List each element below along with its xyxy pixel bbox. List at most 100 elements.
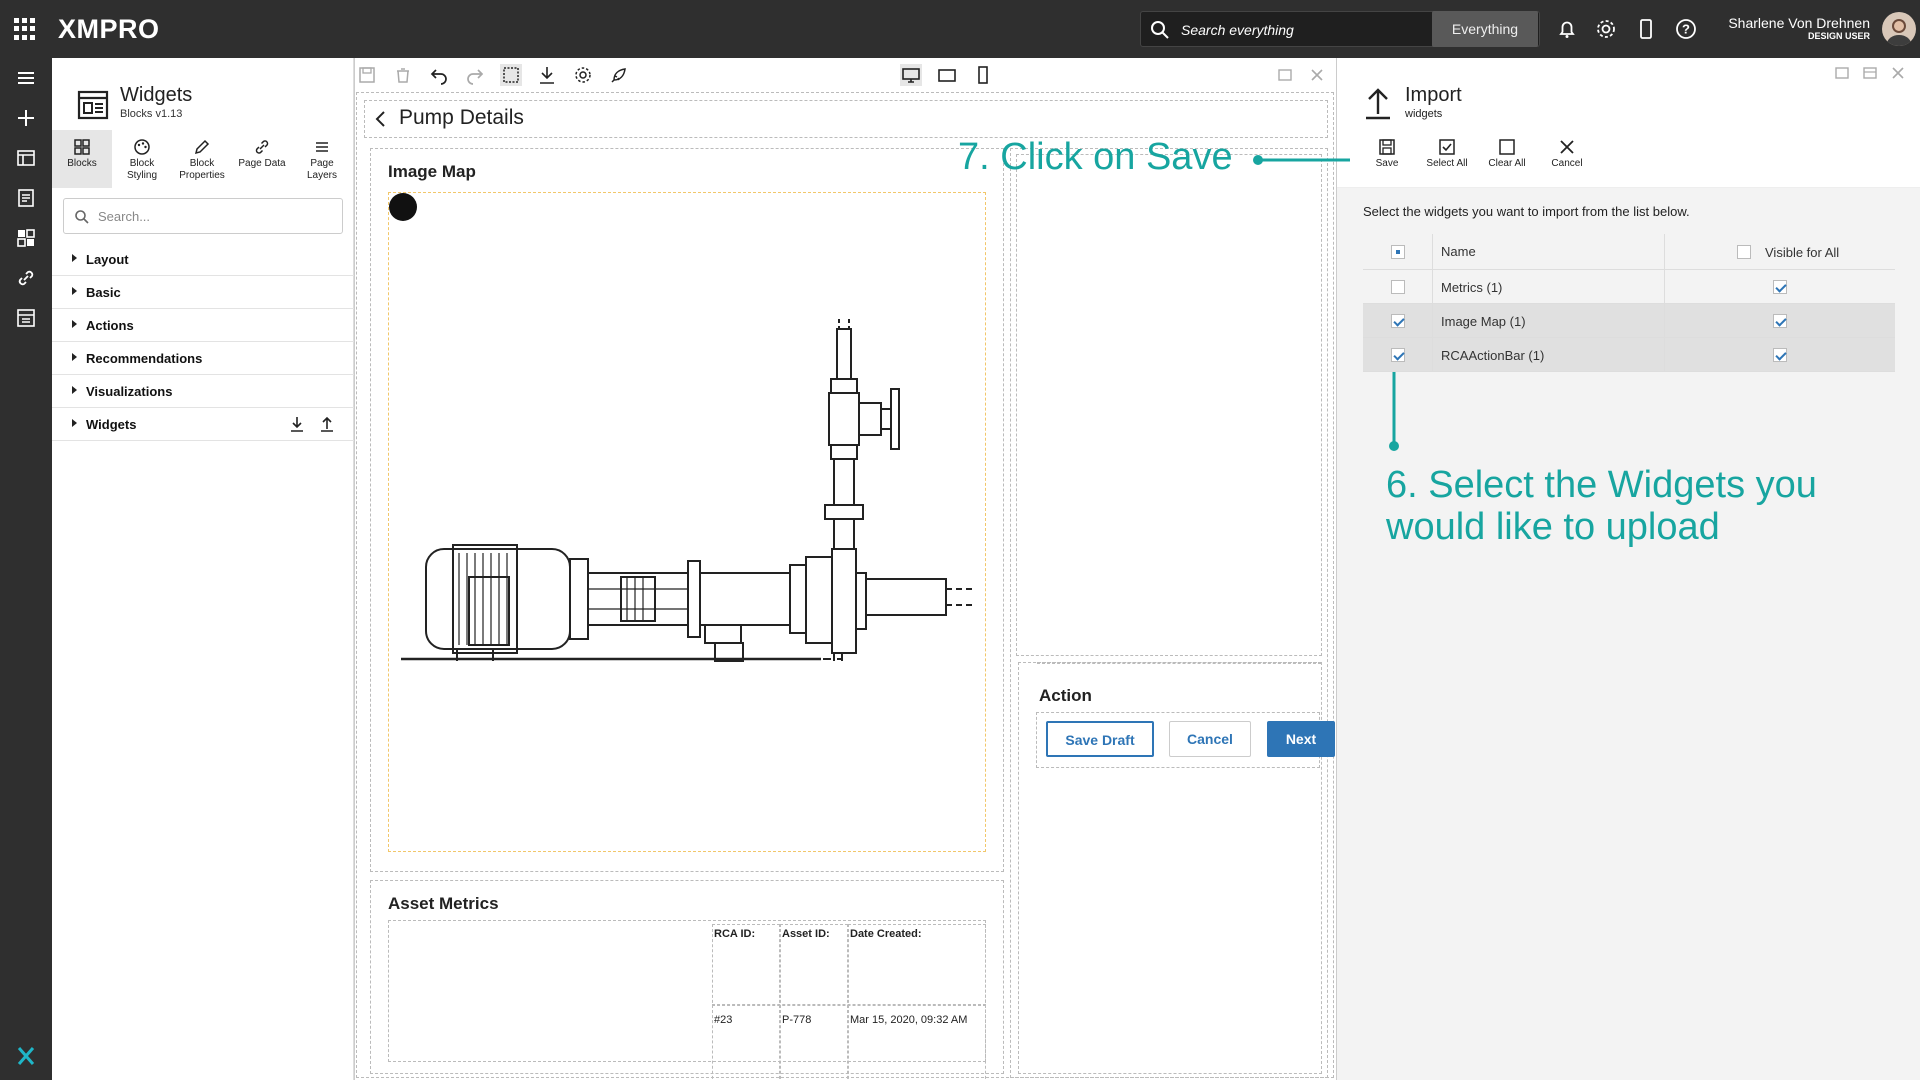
close-icon[interactable]	[1306, 64, 1328, 86]
row-visible-checkbox[interactable]	[1773, 314, 1787, 328]
upload-icon[interactable]	[318, 415, 336, 433]
row-visible-checkbox[interactable]	[1773, 280, 1787, 294]
dashboard-icon[interactable]	[14, 146, 38, 170]
svg-text:?: ?	[1682, 22, 1690, 37]
import-subtitle: widgets	[1405, 108, 1443, 120]
blocks-search-input[interactable]: Search...	[63, 198, 343, 234]
category-label: Actions	[86, 318, 134, 333]
metrics-col-1	[712, 924, 780, 1080]
import-instruction: Select the widgets you want to import fr…	[1363, 204, 1690, 219]
row-select-checkbox[interactable]	[1391, 280, 1405, 294]
link-icon[interactable]	[14, 266, 38, 290]
visible-for-all-checkbox[interactable]	[1737, 245, 1751, 259]
action-divider	[1037, 662, 1321, 664]
metric-value-date-created: Mar 15, 2020, 09:32 AM	[850, 1014, 968, 1026]
step-6-line-2: would like to upload	[1386, 506, 1720, 548]
restore-icon[interactable]	[1861, 64, 1879, 82]
metric-header-rca-id: RCA ID:	[714, 928, 756, 940]
import-panel: Import widgets Save Select All Clear All…	[1336, 58, 1920, 1080]
tool-page-layers-label: Page Layers	[306, 158, 337, 181]
trash-icon[interactable]	[392, 64, 414, 86]
help-icon[interactable]: ?	[1674, 17, 1698, 41]
empty-block[interactable]	[1016, 154, 1322, 656]
bell-icon[interactable]	[1555, 17, 1579, 41]
redo-icon[interactable]	[464, 64, 486, 86]
user-role: DESIGN USER	[1807, 31, 1870, 41]
maximize-icon[interactable]	[1274, 64, 1296, 86]
next-button[interactable]: Next	[1267, 721, 1335, 757]
import-clear-all-button[interactable]: Clear All	[1477, 134, 1537, 169]
pump-drawing	[401, 319, 976, 662]
menu-icon[interactable]	[14, 66, 38, 90]
save-icon[interactable]	[356, 64, 378, 86]
category-recommendations[interactable]: Recommendations	[52, 342, 354, 375]
caret-right-icon	[72, 254, 77, 262]
hotspot-marker[interactable]	[389, 193, 417, 221]
caret-right-icon	[72, 287, 77, 295]
tool-blocks-label: Blocks	[67, 158, 97, 169]
palette-icon	[134, 139, 150, 155]
user-name[interactable]: Sharlene Von Drehnen	[1728, 15, 1870, 31]
table-row[interactable]: Image Map (1)	[1363, 304, 1895, 338]
category-widgets[interactable]: Widgets	[52, 408, 354, 441]
header-visible-cell: Visible for All	[1665, 234, 1895, 270]
close-icon[interactable]	[1889, 64, 1907, 82]
row-select-checkbox[interactable]	[1391, 314, 1405, 328]
avatar[interactable]	[1882, 12, 1916, 46]
search-icon	[1151, 21, 1169, 39]
category-layout[interactable]: Layout	[52, 243, 354, 276]
desktop-view-icon[interactable]	[900, 64, 922, 86]
tool-block-styling[interactable]: Block Styling	[112, 130, 172, 188]
step-7-arrow	[1253, 155, 1350, 165]
import-header: Import widgets Save Select All Clear All…	[1337, 58, 1920, 188]
row-select-checkbox[interactable]	[1391, 348, 1405, 362]
rocket-icon[interactable]	[608, 64, 630, 86]
minimize-icon[interactable]	[1833, 64, 1851, 82]
app-designer-icon[interactable]	[14, 306, 38, 330]
caret-right-icon	[72, 419, 77, 427]
gear-icon[interactable]	[1594, 17, 1618, 41]
import-save-button[interactable]: Save	[1357, 134, 1417, 169]
step-6-line-1: 6. Select the Widgets you	[1386, 464, 1817, 506]
row-visible-checkbox[interactable]	[1773, 348, 1787, 362]
mobile-view-icon[interactable]	[972, 64, 994, 86]
image-map-area[interactable]	[388, 192, 986, 852]
download-icon[interactable]	[536, 64, 558, 86]
import-title: Import	[1405, 84, 1462, 106]
category-basic[interactable]: Basic	[52, 276, 354, 309]
plus-icon[interactable]	[14, 106, 38, 130]
table-row[interactable]: RCAActionBar (1)	[1363, 338, 1895, 372]
row-name: RCAActionBar (1)	[1433, 338, 1665, 372]
save-draft-button[interactable]: Save Draft	[1046, 721, 1154, 757]
category-label: Visualizations	[86, 384, 173, 399]
widgets-icon[interactable]	[14, 226, 38, 250]
metric-header-date-created: Date Created:	[850, 928, 922, 940]
import-select-all-button[interactable]: Select All	[1417, 134, 1477, 169]
gear-icon[interactable]	[572, 64, 594, 86]
tool-page-layers[interactable]: Page Layers	[292, 130, 352, 188]
select-all-icon	[1439, 139, 1455, 155]
table-row[interactable]: Metrics (1)	[1363, 270, 1895, 304]
download-icon[interactable]	[288, 415, 306, 433]
action-title: Action	[1039, 686, 1092, 705]
tablet-view-icon[interactable]	[936, 64, 958, 86]
tool-block-properties[interactable]: Block Properties	[172, 130, 232, 188]
select-all-checkbox[interactable]	[1391, 245, 1405, 259]
cancel-button[interactable]: Cancel	[1169, 721, 1251, 757]
category-visualizations[interactable]: Visualizations	[52, 375, 354, 408]
tool-page-data[interactable]: Page Data	[232, 130, 292, 188]
top-bar: XMPRO Search everything Everything ? Sha…	[0, 0, 1920, 58]
metrics-col-3	[848, 924, 986, 1080]
search-scope-dropdown[interactable]: Everything	[1432, 11, 1538, 47]
category-actions[interactable]: Actions	[52, 309, 354, 342]
app-launcher-icon[interactable]	[14, 18, 36, 40]
tool-blocks[interactable]: Blocks	[52, 130, 112, 188]
tool-block-styling-label: Block Styling	[126, 158, 157, 181]
metrics-col-2	[780, 924, 848, 1080]
mobile-icon[interactable]	[1634, 17, 1658, 41]
chevron-left-icon[interactable]	[371, 108, 391, 130]
import-cancel-button[interactable]: Cancel	[1537, 134, 1597, 169]
document-icon[interactable]	[14, 186, 38, 210]
undo-icon[interactable]	[428, 64, 450, 86]
outline-toggle-icon[interactable]	[500, 64, 522, 86]
